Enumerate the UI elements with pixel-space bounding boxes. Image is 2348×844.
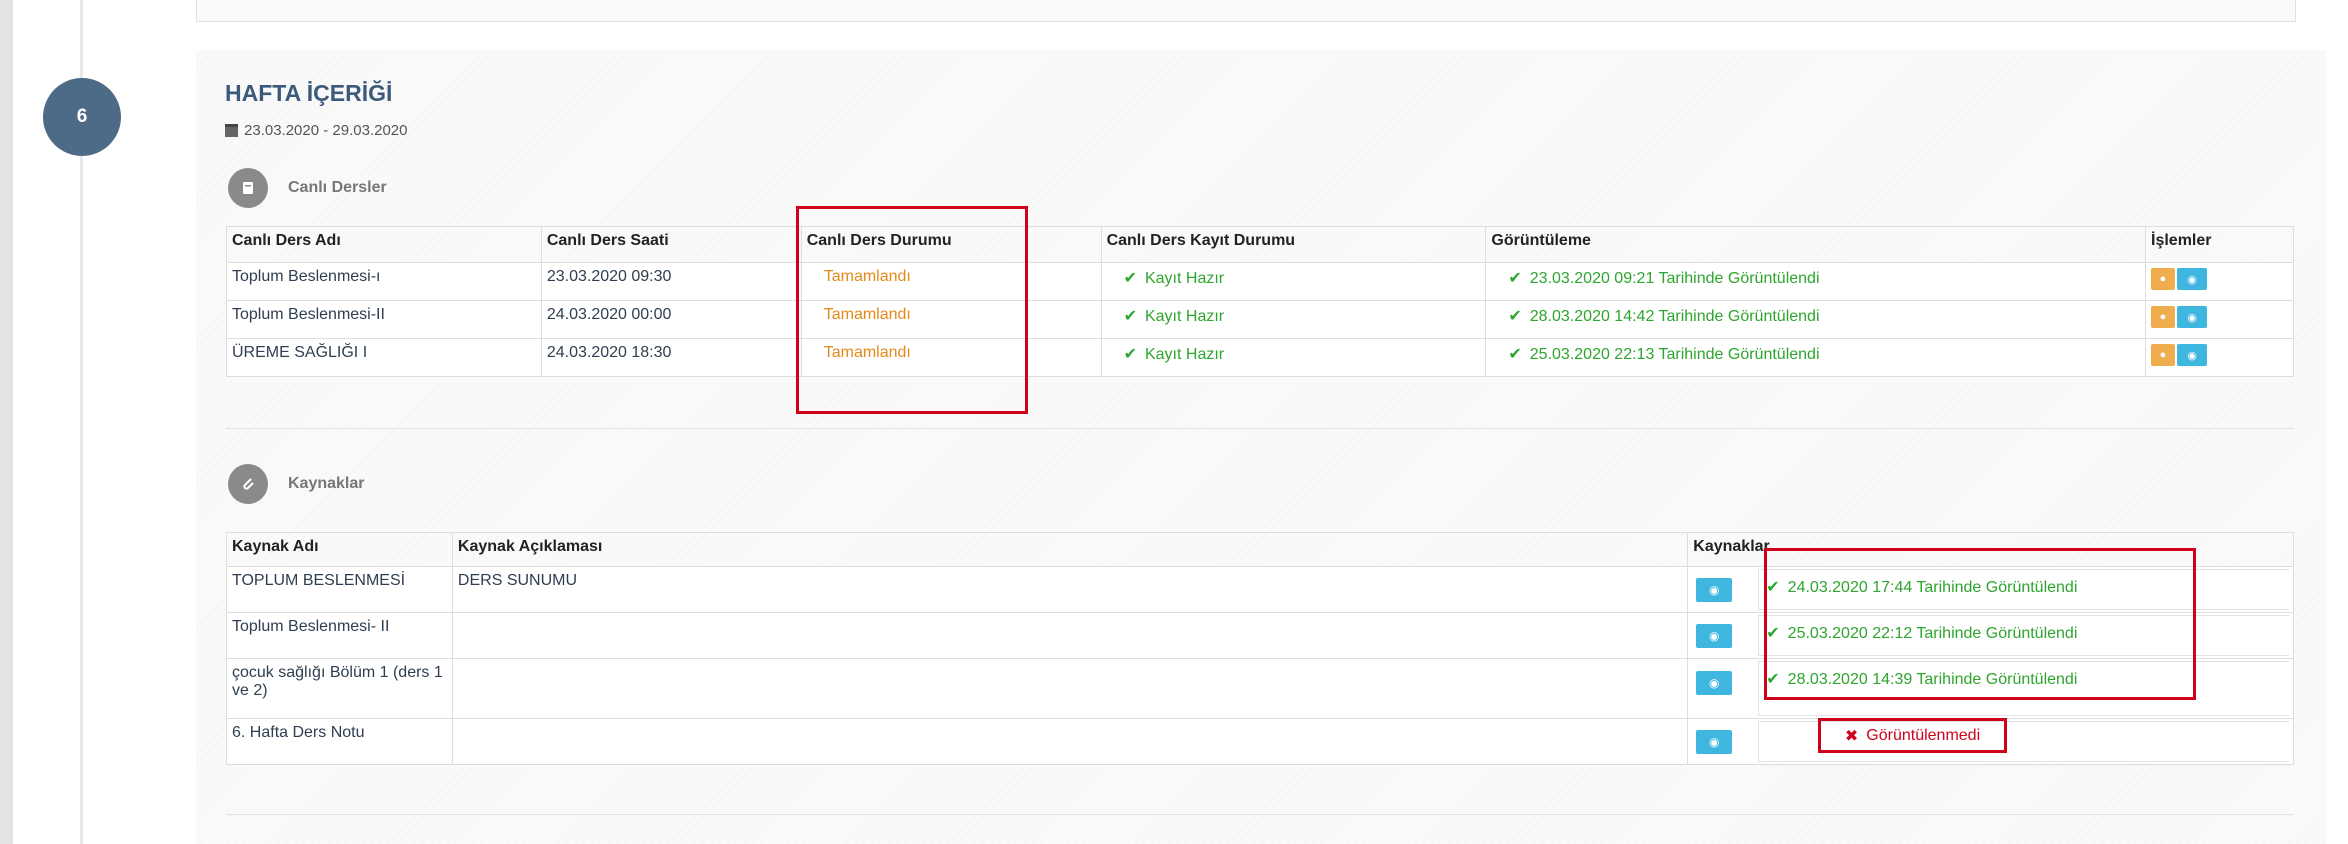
live-viewed-text: 23.03.2020 09:21 Tarihinde Görüntülendi — [1529, 270, 1820, 287]
live-viewed: ✔ 28.03.2020 14:42 Tarihinde Görüntülendi — [1485, 300, 2146, 339]
resource-links: ◉ ✔ 25.03.2020 22:12 Tarihinde Görüntülen… — [1687, 612, 2294, 659]
live-record: ✔ Kayıt Hazır — [1100, 262, 1487, 301]
live-lessons-table: Canlı Ders Adı Canlı Ders Saati Canlı De… — [226, 226, 2294, 377]
table-row: Toplum Beslenmesi-ı 23.03.2020 09:30 Tam… — [226, 262, 2294, 301]
week-title: HAFTA İÇERİĞİ — [225, 80, 393, 106]
live-name: Toplum Beslenmesi-II — [226, 300, 542, 339]
view-button[interactable]: ◉ — [2177, 344, 2207, 366]
calendar-icon — [225, 124, 238, 137]
live-time: 24.03.2020 00:00 — [540, 300, 802, 339]
live-viewed: ✔ 25.03.2020 22:13 Tarihinde Görüntülendi — [1485, 338, 2146, 377]
live-viewed-text: 25.03.2020 22:13 Tarihinde Görüntülendi — [1529, 346, 1820, 363]
resource-viewed-text: 25.03.2020 22:12 Tarihinde Görüntülendi — [1787, 625, 2078, 642]
resource-links: ◉ ✔ 28.03.2020 14:39 Tarihinde Görüntülen… — [1687, 658, 2294, 719]
eye-icon[interactable]: ◉ — [1696, 578, 1733, 602]
section-divider — [226, 428, 2294, 429]
resource-viewed: ✔ 25.03.2020 22:12 Tarihinde Görüntülendi — [1766, 623, 2077, 643]
check-icon: ✔ — [1123, 308, 1137, 325]
col-header-resource-desc: Kaynak Açıklaması — [451, 532, 1689, 567]
live-table-header-row: Canlı Ders Adı Canlı Ders Saati Canlı De… — [226, 226, 2294, 263]
resource-name: çocuk sağlığı Bölüm 1 (ders 1 ve 2) — [226, 658, 453, 719]
week-date-range: 23.03.2020 - 29.03.2020 — [225, 122, 407, 139]
resource-desc: DERS SUNUMU — [451, 566, 1689, 613]
play-button[interactable]: ● — [2151, 344, 2175, 366]
week-number-badge: 6 — [43, 78, 121, 156]
resource-viewed-text: 28.03.2020 14:39 Tarihinde Görüntülendi — [1787, 671, 2078, 688]
live-actions: ● ◉ — [2145, 300, 2294, 339]
resources-table-header-row: Kaynak Adı Kaynak Açıklaması Kaynaklar — [226, 532, 2294, 567]
week-date-text: 23.03.2020 - 29.03.2020 — [244, 122, 408, 139]
col-header-live-viewed: Görüntüleme — [1485, 226, 2146, 263]
play-button[interactable]: ● — [2151, 268, 2175, 290]
resource-viewed: ✔ 24.03.2020 17:44 Tarihinde Görüntülendi — [1766, 577, 2077, 597]
left-rail — [0, 0, 13, 844]
check-icon: ✔ — [1766, 625, 1780, 642]
play-button[interactable]: ● — [2151, 306, 2175, 328]
eye-icon[interactable]: ◉ — [1696, 730, 1733, 754]
live-viewed-text: 28.03.2020 14:42 Tarihinde Görüntülendi — [1529, 308, 1820, 325]
section-divider — [226, 814, 2294, 815]
resource-links: ◉ ✔ 24.03.2020 17:44 Tarihinde Görüntülen… — [1687, 566, 2294, 613]
live-record: ✔ Kayıt Hazır — [1100, 338, 1487, 377]
times-icon: ✖ — [1844, 727, 1859, 745]
table-row: Toplum Beslenmesi-II 24.03.2020 00:00 Ta… — [226, 300, 2294, 339]
resource-viewed: ✔ 28.03.2020 14:39 Tarihinde Görüntülendi — [1766, 669, 2077, 689]
eye-icon[interactable]: ◉ — [1696, 624, 1733, 648]
table-row: ÜREME SAĞLIĞI I 24.03.2020 18:30 Tamamla… — [226, 338, 2294, 377]
view-button[interactable]: ◉ — [2177, 306, 2207, 328]
live-record: ✔ Kayıt Hazır — [1100, 300, 1487, 339]
live-status: Tamamlandı — [800, 338, 1102, 377]
check-icon: ✔ — [1508, 308, 1522, 325]
check-icon: ✔ — [1508, 346, 1522, 363]
live-name: ÜREME SAĞLIĞI I — [226, 338, 542, 377]
live-record-text: Kayıt Hazır — [1144, 308, 1225, 325]
live-record-text: Kayıt Hazır — [1144, 270, 1225, 287]
book-icon — [228, 168, 268, 208]
table-row: çocuk sağlığı Bölüm 1 (ders 1 ve 2) ◉ ✔ 2… — [226, 658, 2294, 719]
live-lessons-header: Canlı Dersler — [228, 168, 387, 208]
live-status: Tamamlandı — [800, 300, 1102, 339]
live-time: 23.03.2020 09:30 — [540, 262, 802, 301]
resource-desc — [451, 658, 1689, 719]
resources-label: Kaynaklar — [288, 475, 365, 492]
col-header-live-record: Canlı Ders Kayıt Durumu — [1100, 226, 1487, 263]
table-row: TOPLUM BESLENMESİ DERS SUNUMU ◉ ✔ 24.03.2… — [226, 566, 2294, 613]
view-button[interactable]: ◉ — [2177, 268, 2207, 290]
col-header-live-name: Canlı Ders Adı — [226, 226, 542, 263]
live-actions: ● ◉ — [2145, 338, 2294, 377]
resource-viewed-text: 24.03.2020 17:44 Tarihinde Görüntülendi — [1787, 579, 2078, 596]
table-row: Toplum Beslenmesi- II ◉ ✔ 25.03.2020 22:1… — [226, 612, 2294, 659]
check-icon: ✔ — [1123, 346, 1137, 363]
live-actions: ● ◉ — [2145, 262, 2294, 301]
check-icon: ✔ — [1766, 671, 1780, 688]
previous-week-card — [196, 0, 2296, 22]
paperclip-icon — [228, 464, 268, 504]
resource-desc — [451, 612, 1689, 659]
resources-header: Kaynaklar — [228, 464, 365, 504]
live-record-text: Kayıt Hazır — [1144, 346, 1225, 363]
col-header-live-time: Canlı Ders Saati — [540, 226, 802, 263]
resource-name: TOPLUM BESLENMESİ — [226, 566, 453, 613]
check-icon: ✔ — [1508, 270, 1522, 287]
col-header-resources: Kaynaklar — [1687, 532, 2294, 567]
live-viewed: ✔ 23.03.2020 09:21 Tarihinde Görüntülendi — [1485, 262, 2146, 301]
resource-desc — [451, 718, 1689, 765]
check-icon: ✔ — [1123, 270, 1137, 287]
live-name: Toplum Beslenmesi-ı — [226, 262, 542, 301]
col-header-live-status: Canlı Ders Durumu — [800, 226, 1102, 263]
not-viewed-text: Görüntülenmedi — [1866, 726, 1981, 744]
not-viewed-badge: ✖ Görüntülenmedi — [1818, 718, 2007, 753]
col-header-resource-name: Kaynak Adı — [226, 532, 453, 567]
col-header-live-actions: İşlemler — [2145, 226, 2294, 263]
resource-name: Toplum Beslenmesi- II — [226, 612, 453, 659]
eye-icon[interactable]: ◉ — [1696, 671, 1733, 695]
live-status: Tamamlandı — [800, 262, 1102, 301]
live-lessons-label: Canlı Dersler — [288, 179, 387, 196]
live-time: 24.03.2020 18:30 — [540, 338, 802, 377]
check-icon: ✔ — [1766, 579, 1780, 596]
resource-name: 6. Hafta Ders Notu — [226, 718, 453, 765]
